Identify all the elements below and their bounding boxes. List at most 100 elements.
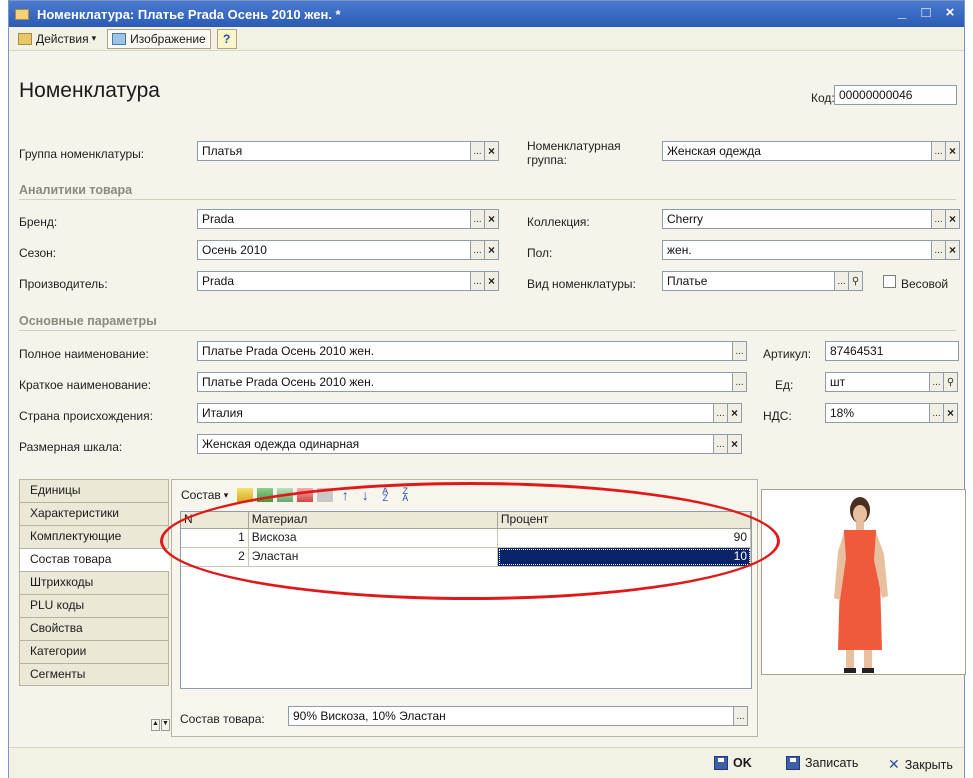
product-image[interactable] — [761, 489, 966, 675]
scroll-up-icon[interactable]: ▲ — [151, 719, 160, 731]
gender-select-button[interactable]: ... — [931, 240, 946, 260]
group-label: Группа номенклатуры: — [19, 147, 145, 161]
tab-properties[interactable]: Свойства — [19, 617, 169, 640]
sort-descending-icon[interactable]: ZA — [397, 487, 413, 503]
table-header: N Материал Процент — [181, 512, 751, 529]
analytics-section-title: Аналитики товара — [19, 183, 133, 197]
tab-units[interactable]: Единицы — [19, 479, 169, 502]
section-divider — [19, 330, 956, 331]
composition-menu-button[interactable]: Состав ▾ — [176, 485, 233, 505]
close-button[interactable]: ✕ Закрыть — [888, 756, 953, 773]
close-icon: ✕ — [888, 756, 900, 772]
scroll-down-icon[interactable]: ▼ — [161, 719, 170, 731]
tab-plu-codes[interactable]: PLU коды — [19, 594, 169, 617]
weight-label: Весовой — [901, 277, 949, 291]
row-material[interactable]: Вискоза — [249, 529, 498, 547]
sort-ascending-icon[interactable]: AZ — [377, 487, 393, 503]
group-select-button[interactable]: ... — [470, 141, 485, 161]
move-up-icon[interactable]: ↑ — [337, 488, 353, 502]
minimize-button[interactable]: _ — [894, 4, 910, 21]
save-button[interactable]: Записать — [786, 756, 858, 770]
tab-components[interactable]: Комплектующие — [19, 525, 169, 548]
vat-field[interactable]: 18% — [825, 403, 930, 423]
tab-segments[interactable]: Сегменты — [19, 663, 169, 686]
season-select-button[interactable]: ... — [470, 240, 485, 260]
country-clear-button[interactable]: × — [727, 403, 742, 423]
brand-field[interactable]: Prada — [197, 209, 471, 229]
composition-field[interactable]: 90% Вискоза, 10% Эластан — [288, 706, 734, 726]
search-icon[interactable]: ⚲ — [848, 271, 863, 291]
actions-label: Действия — [36, 31, 89, 46]
row-number: 2 — [181, 548, 249, 566]
toolbar: Действия ▾ Изображение ? — [9, 27, 964, 51]
search-icon[interactable]: ⚲ — [943, 372, 958, 392]
season-label: Сезон: — [19, 246, 57, 260]
help-button[interactable]: ? — [216, 28, 237, 49]
ok-button[interactable]: OK — [714, 756, 752, 770]
tab-composition[interactable]: Состав товара — [19, 548, 169, 571]
kind-field[interactable]: Платье — [662, 271, 835, 291]
add-row-icon[interactable] — [237, 488, 254, 502]
end-edit-icon[interactable] — [317, 488, 334, 502]
title-bar[interactable]: Номенклатура: Платье Prada Осень 2010 же… — [9, 1, 964, 27]
row-material[interactable]: Эластан — [249, 548, 498, 566]
column-header-material[interactable]: Материал — [249, 512, 498, 528]
actions-menu-button[interactable]: Действия ▾ — [13, 29, 101, 49]
tab-barcodes[interactable]: Штрихкоды — [19, 571, 169, 594]
table-row[interactable]: 1 Вискоза 90 — [181, 529, 752, 548]
brand-select-button[interactable]: ... — [470, 209, 485, 229]
composition-select-button[interactable]: ... — [733, 706, 748, 726]
weight-checkbox[interactable] — [883, 275, 896, 288]
copy-row-icon[interactable] — [257, 488, 274, 502]
delete-row-icon[interactable] — [297, 488, 314, 502]
fullname-select-button[interactable]: ... — [732, 341, 747, 361]
nomen-group-clear-button[interactable]: × — [945, 141, 960, 161]
kind-select-button[interactable]: ... — [834, 271, 849, 291]
fullname-field[interactable]: Платье Prada Осень 2010 жен. — [197, 341, 733, 361]
composition-table[interactable]: N Материал Процент 1 Вискоза 90 2 Эласта… — [180, 511, 752, 689]
shortname-select-button[interactable]: ... — [732, 372, 747, 392]
maker-clear-button[interactable]: × — [484, 271, 499, 291]
column-header-percent[interactable]: Процент — [498, 512, 751, 528]
code-label: Код: — [811, 91, 835, 105]
unit-select-button[interactable]: ... — [929, 372, 944, 392]
table-row[interactable]: 2 Эластан 10 — [181, 548, 752, 567]
shortname-field[interactable]: Платье Prada Осень 2010 жен. — [197, 372, 733, 392]
maximize-button[interactable]: □ — [918, 4, 934, 21]
edit-row-icon[interactable] — [277, 488, 294, 502]
nomen-group-select-button[interactable]: ... — [931, 141, 946, 161]
collection-select-button[interactable]: ... — [931, 209, 946, 229]
gender-clear-button[interactable]: × — [945, 240, 960, 260]
sizescale-clear-button[interactable]: × — [727, 434, 742, 454]
vat-select-button[interactable]: ... — [929, 403, 944, 423]
maker-select-button[interactable]: ... — [470, 271, 485, 291]
nomen-group-field[interactable]: Женская одежда — [662, 141, 932, 161]
sizescale-field[interactable]: Женская одежда одинарная — [197, 434, 714, 454]
sizescale-select-button[interactable]: ... — [713, 434, 728, 454]
code-field[interactable]: 00000000046 — [834, 85, 957, 105]
row-percent[interactable]: 90 — [498, 529, 752, 547]
move-down-icon[interactable]: ↓ — [357, 488, 373, 502]
tab-categories[interactable]: Категории — [19, 640, 169, 663]
main-section-title: Основные параметры — [19, 314, 157, 328]
article-field[interactable]: 87464531 — [825, 341, 959, 361]
row-percent[interactable]: 10 — [497, 548, 752, 566]
collection-clear-button[interactable]: × — [945, 209, 960, 229]
season-field[interactable]: Осень 2010 — [197, 240, 471, 260]
collection-label: Коллекция: — [527, 215, 590, 229]
brand-clear-button[interactable]: × — [484, 209, 499, 229]
close-window-button[interactable]: × — [942, 4, 958, 21]
country-select-button[interactable]: ... — [713, 403, 728, 423]
season-clear-button[interactable]: × — [484, 240, 499, 260]
column-header-n[interactable]: N — [181, 512, 249, 528]
gender-field[interactable]: жен. — [662, 240, 932, 260]
collection-field[interactable]: Cherry — [662, 209, 932, 229]
group-clear-button[interactable]: × — [484, 141, 499, 161]
image-button[interactable]: Изображение — [107, 28, 211, 49]
country-field[interactable]: Италия — [197, 403, 714, 423]
unit-field[interactable]: шт — [825, 372, 930, 392]
group-field[interactable]: Платья — [197, 141, 471, 161]
tab-characteristics[interactable]: Характеристики — [19, 502, 169, 525]
vat-clear-button[interactable]: × — [943, 403, 958, 423]
maker-field[interactable]: Prada — [197, 271, 471, 291]
